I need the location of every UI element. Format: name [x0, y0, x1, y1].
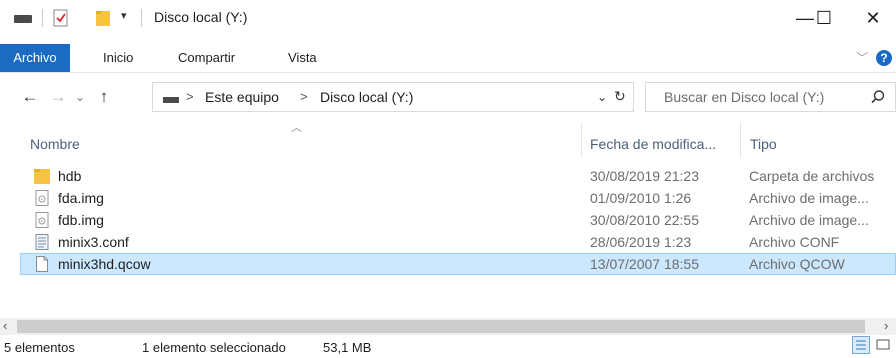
tab-file[interactable]: Archivo [0, 44, 70, 72]
separator [42, 9, 43, 27]
drive-icon [14, 15, 32, 23]
scroll-left-icon[interactable]: ‹ [3, 318, 7, 333]
ribbon-expand-icon[interactable]: ﹀ [856, 49, 868, 66]
tab-share[interactable]: Compartir [178, 44, 235, 72]
file-row-hdb[interactable]: hdb 30/08/2019 21:23 Carpeta de archivos [20, 165, 896, 187]
file-row-minix3hd-qcow[interactable]: minix3hd.qcow 13/07/2007 18:55 Archivo Q… [20, 253, 896, 275]
file-row-minix3-conf[interactable]: minix3.conf 28/06/2019 1:23 Archivo CONF [20, 231, 896, 253]
search-icon[interactable] [870, 89, 886, 105]
file-date: 13/07/2007 18:55 [590, 256, 699, 272]
column-divider[interactable] [581, 122, 582, 158]
forward-button[interactable]: → [46, 85, 70, 109]
drive-icon [163, 97, 179, 103]
quick-access-dropdown-icon[interactable]: ▾ [121, 9, 127, 22]
column-divider[interactable] [740, 122, 741, 158]
file-date: 30/08/2010 22:55 [590, 212, 699, 228]
config-file-icon [34, 234, 50, 250]
file-date: 01/09/2010 1:26 [590, 190, 692, 206]
column-header-name[interactable]: Nombre [30, 130, 80, 158]
tab-view[interactable]: Vista [288, 44, 317, 72]
large-icons-view-icon[interactable] [874, 336, 892, 354]
file-name: hdb [58, 168, 82, 184]
separator [141, 9, 142, 27]
file-type: Archivo CONF [749, 234, 840, 250]
scrollbar-thumb[interactable] [17, 320, 865, 333]
help-button[interactable]: ? [876, 50, 892, 66]
file-type: Carpeta de archivos [749, 168, 875, 184]
file-date: 30/08/2019 21:23 [590, 168, 699, 184]
scroll-right-icon[interactable]: › [884, 318, 888, 333]
status-size: 53,1 MB [323, 340, 372, 355]
maximize-button[interactable]: ☐ [806, 0, 842, 36]
details-view-icon[interactable] [852, 336, 870, 354]
window-title: Disco local (Y:) [154, 9, 248, 25]
title-bar [0, 0, 896, 36]
column-header-date[interactable]: Fecha de modifica... [590, 130, 716, 158]
file-name: fda.img [58, 190, 104, 206]
file-name: fdb.img [58, 212, 104, 228]
disk-image-icon [34, 190, 50, 206]
breadcrumb-this-pc[interactable]: Este equipo [205, 89, 279, 105]
disk-image-icon [34, 212, 50, 228]
refresh-icon[interactable]: ↻ [614, 88, 626, 105]
sort-ascending-icon: ︿ [291, 122, 302, 134]
breadcrumb-separator: > [186, 89, 194, 104]
file-date: 28/06/2019 1:23 [590, 234, 692, 250]
status-item-count: 5 elementos [4, 340, 75, 355]
search-placeholder: Buscar en Disco local (Y:) [664, 89, 825, 105]
breadcrumb-separator: > [300, 89, 308, 104]
column-header-type[interactable]: Tipo [750, 130, 777, 158]
file-type: Archivo QCOW [749, 256, 845, 272]
folder-icon [34, 168, 50, 184]
back-button[interactable]: ← [18, 85, 42, 109]
file-row-fdb-img[interactable]: fdb.img 30/08/2010 22:55 Archivo de imag… [20, 209, 896, 231]
up-button[interactable]: ↑ [92, 85, 116, 109]
close-button[interactable]: ✕ [850, 0, 896, 36]
file-name: minix3.conf [58, 234, 129, 250]
file-name: minix3hd.qcow [58, 256, 151, 272]
ribbon-divider [0, 72, 896, 73]
file-type: Archivo de image... [749, 190, 869, 206]
tab-home[interactable]: Inicio [103, 44, 133, 72]
new-folder-icon[interactable] [95, 9, 111, 27]
file-type: Archivo de image... [749, 212, 869, 228]
breadcrumb-local-disk[interactable]: Disco local (Y:) [320, 89, 413, 105]
status-selection: 1 elemento seleccionado [142, 340, 286, 355]
properties-icon[interactable] [53, 9, 69, 27]
recent-locations-icon[interactable]: ⌄ [68, 85, 92, 109]
file-row-fda-img[interactable]: fda.img 01/09/2010 1:26 Archivo de image… [20, 187, 896, 209]
file-icon [34, 256, 50, 272]
address-dropdown-icon[interactable]: ⌄ [597, 90, 607, 104]
